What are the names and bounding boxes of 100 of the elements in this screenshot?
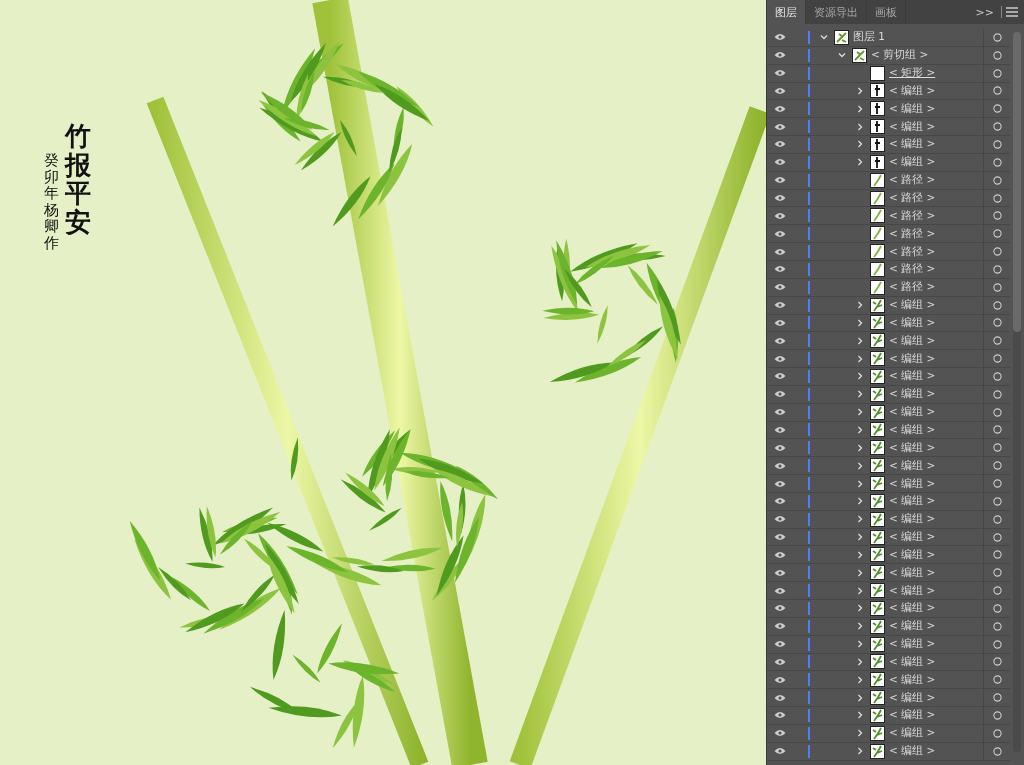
chevron-right-icon[interactable]	[856, 711, 864, 720]
target-circle-icon[interactable]	[992, 586, 1002, 596]
target-circle-icon[interactable]	[992, 211, 1002, 221]
chevron-right-icon[interactable]	[856, 86, 864, 95]
eye-icon[interactable]	[774, 747, 786, 756]
chevron-right-icon[interactable]	[856, 515, 864, 524]
layer-name[interactable]: < 编组 >	[889, 690, 936, 705]
layer-name[interactable]: < 编组 >	[889, 298, 936, 313]
eye-icon[interactable]	[774, 194, 786, 202]
layer-name[interactable]: < 编组 >	[889, 315, 936, 330]
target-circle-icon[interactable]	[992, 461, 1002, 471]
target-circle-icon[interactable]	[992, 175, 1002, 185]
target-circle-icon[interactable]	[992, 122, 1002, 132]
panel-overflow-button[interactable]: >>	[972, 5, 997, 19]
eye-icon[interactable]	[774, 657, 786, 666]
layer-name[interactable]: < 编组 >	[889, 547, 936, 562]
layer-name[interactable]: < 编组 >	[889, 601, 936, 616]
target-circle-icon[interactable]	[992, 282, 1002, 292]
layer-name[interactable]: < 编组 >	[889, 583, 936, 598]
chevron-right-icon[interactable]	[856, 747, 864, 756]
target-circle-icon[interactable]	[992, 728, 1002, 738]
target-circle-icon[interactable]	[992, 675, 1002, 685]
chevron-right-icon[interactable]	[856, 479, 864, 488]
layer-name[interactable]: 图层 1	[853, 30, 886, 45]
chevron-right-icon[interactable]	[856, 318, 864, 327]
eye-icon[interactable]	[774, 497, 786, 506]
chevron-right-icon[interactable]	[856, 550, 864, 559]
layer-name[interactable]: < 编组 >	[889, 619, 936, 634]
eye-icon[interactable]	[774, 283, 786, 292]
chevron-right-icon[interactable]	[856, 657, 864, 666]
layer-name[interactable]: < 路径 >	[889, 244, 936, 259]
chevron-right-icon[interactable]	[856, 301, 864, 310]
target-circle-icon[interactable]	[992, 247, 1002, 257]
eye-icon[interactable]	[774, 408, 786, 417]
target-circle-icon[interactable]	[992, 514, 1002, 524]
chevron-right-icon[interactable]	[856, 497, 864, 506]
eye-icon[interactable]	[774, 229, 786, 238]
eye-icon[interactable]	[774, 140, 786, 149]
chevron-right-icon[interactable]	[856, 533, 864, 542]
chevron-right-icon[interactable]	[856, 158, 864, 167]
eye-icon[interactable]	[774, 390, 786, 399]
target-circle-icon[interactable]	[992, 693, 1002, 703]
target-circle-icon[interactable]	[992, 746, 1002, 756]
scrollbar[interactable]	[1013, 32, 1021, 752]
target-circle-icon[interactable]	[992, 229, 1002, 239]
chevron-right-icon[interactable]	[856, 336, 864, 345]
layer-name[interactable]: < 编组 >	[889, 565, 936, 580]
layer-name[interactable]: < 编组 >	[889, 369, 936, 384]
eye-icon[interactable]	[774, 176, 786, 185]
chevron-right-icon[interactable]	[856, 586, 864, 595]
eye-icon[interactable]	[774, 104, 786, 113]
chevron-right-icon[interactable]	[856, 354, 864, 363]
layer-name[interactable]: < 编组 >	[889, 494, 936, 509]
layer-name[interactable]: < 编组 >	[889, 458, 936, 473]
target-circle-icon[interactable]	[992, 389, 1002, 399]
layer-name[interactable]: < 编组 >	[889, 744, 936, 759]
target-circle-icon[interactable]	[992, 336, 1002, 346]
layer-name[interactable]: < 编组 >	[889, 423, 936, 437]
layer-name[interactable]: < 编组 >	[889, 530, 936, 545]
layer-name[interactable]: < 编组 >	[889, 512, 936, 527]
eye-icon[interactable]	[774, 33, 786, 42]
target-circle-icon[interactable]	[992, 157, 1002, 167]
chevron-right-icon[interactable]	[856, 408, 864, 417]
layer-name[interactable]: < 编组 >	[889, 155, 936, 170]
eye-icon[interactable]	[774, 604, 786, 613]
chevron-right-icon[interactable]	[856, 140, 864, 149]
layer-name[interactable]: < 路径 >	[889, 280, 936, 295]
target-circle-icon[interactable]	[992, 568, 1002, 578]
target-circle-icon[interactable]	[992, 425, 1002, 435]
eye-icon[interactable]	[774, 533, 786, 542]
layer-name[interactable]: < 编组 >	[889, 440, 936, 455]
target-circle-icon[interactable]	[992, 479, 1002, 488]
layer-name[interactable]: < 编组 >	[889, 405, 936, 420]
chevron-right-icon[interactable]	[856, 729, 864, 738]
target-circle-icon[interactable]	[992, 318, 1002, 328]
layer-name[interactable]: < 编组 >	[889, 708, 936, 723]
layer-name[interactable]: < 编组 >	[889, 637, 936, 652]
target-circle-icon[interactable]	[992, 443, 1002, 453]
layer-name[interactable]: < 编组 >	[889, 672, 936, 687]
layer-name[interactable]: < 编组 >	[889, 137, 936, 152]
chevron-right-icon[interactable]	[856, 693, 864, 702]
eye-icon[interactable]	[774, 479, 786, 488]
chevron-right-icon[interactable]	[856, 122, 864, 131]
chevron-right-icon[interactable]	[856, 640, 864, 649]
target-circle-icon[interactable]	[992, 50, 1002, 60]
target-circle-icon[interactable]	[992, 657, 1002, 667]
eye-icon[interactable]	[774, 640, 786, 649]
target-circle-icon[interactable]	[992, 496, 1002, 506]
layer-name[interactable]: < 编组 >	[889, 333, 936, 348]
target-circle-icon[interactable]	[992, 193, 1002, 203]
target-circle-icon[interactable]	[992, 371, 1002, 381]
chevron-right-icon[interactable]	[856, 675, 864, 684]
chevron-right-icon[interactable]	[856, 426, 864, 434]
eye-icon[interactable]	[774, 550, 786, 559]
layer-name[interactable]: < 编组 >	[889, 119, 936, 134]
eye-icon[interactable]	[774, 586, 786, 595]
target-circle-icon[interactable]	[992, 621, 1002, 631]
layer-name[interactable]: < 编组 >	[889, 726, 936, 741]
layer-name[interactable]: < 编组 >	[889, 476, 936, 491]
eye-icon[interactable]	[774, 568, 786, 577]
